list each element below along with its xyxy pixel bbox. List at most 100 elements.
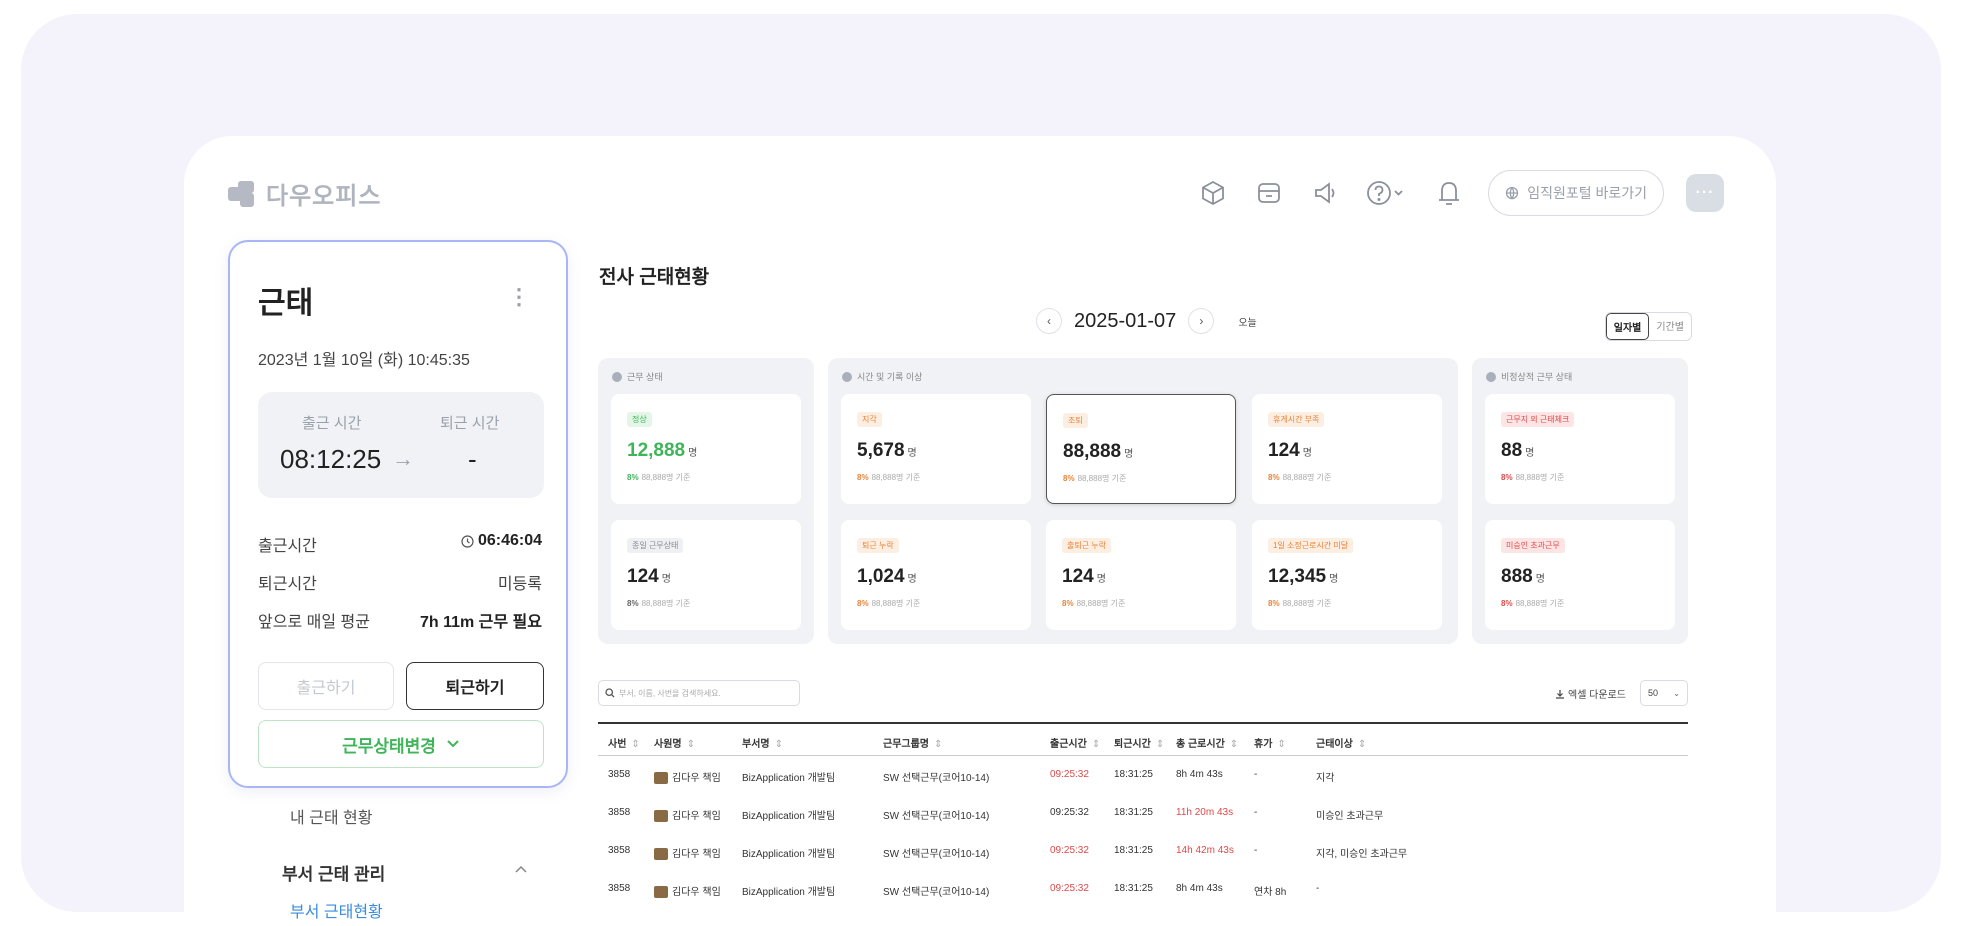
status-badge: 미승인 초과근무: [1501, 538, 1565, 553]
excel-label: 엑셀 다운로드: [1568, 690, 1626, 701]
cell-leave: 연차 8h: [1254, 887, 1287, 898]
page-size-select[interactable]: 50 ⌄: [1640, 680, 1688, 706]
clock-out-button[interactable]: 퇴근하기: [406, 662, 544, 710]
tab-daily[interactable]: 일자별: [1605, 313, 1650, 340]
col-header[interactable]: 근태이상 ⇕: [1316, 735, 1366, 750]
status-badge: 1일 소정근로시간 미달: [1268, 538, 1354, 553]
col-header[interactable]: 총 근로시간 ⇕: [1176, 735, 1238, 750]
stat-sub: 8% 88,888명 기준: [627, 473, 691, 482]
cell-dept: BizApplication 개발팀: [742, 811, 836, 822]
stat-card[interactable]: 종일 근무상태 124 명 8% 88,888명 기준: [611, 520, 801, 630]
sidebar-item-dept-status[interactable]: 부서 근태현황: [290, 898, 383, 922]
table-row[interactable]: 3858 김다우 책임 BizApplication 개발팀 SW 선택근무(코…: [598, 756, 1688, 794]
current-datetime: 2023년 1월 10일 (화) 10:45:35: [258, 352, 470, 369]
cell-anomaly: 지각, 미승인 초과근무: [1316, 849, 1408, 860]
stat-card-selected[interactable]: 조퇴 88,888 명 8% 88,888명 기준: [1046, 394, 1236, 504]
sidebar-item-my-status[interactable]: 내 근태 현황: [290, 804, 373, 828]
cell-id: 3858: [608, 845, 631, 856]
clock-icon: [461, 534, 474, 548]
avatar: [654, 810, 668, 823]
cell-in: 09:25:32: [1050, 845, 1089, 856]
table-row[interactable]: 3858 김다우 책임 BizApplication 개발팀 SW 선택근무(코…: [598, 794, 1688, 832]
cell-total: 8h 4m 43s: [1176, 883, 1223, 894]
clock-icon: [842, 371, 852, 382]
table-row[interactable]: 3858 김다우 책임 BizApplication 개발팀 SW 선택근무(코…: [598, 832, 1688, 870]
avatar: [654, 848, 668, 861]
next-date-icon[interactable]: ›: [1188, 308, 1215, 334]
stat-sub: 8% 88,888명 기준: [857, 473, 921, 482]
status-badge: 근무지 외 근태체크: [1501, 412, 1575, 427]
chevron-up-icon[interactable]: [514, 864, 528, 874]
col-header[interactable]: 출근시간 ⇕: [1050, 735, 1100, 750]
stat-card[interactable]: 1일 소정근로시간 미달 12,345 명 8% 88,888명 기준: [1252, 520, 1442, 630]
prev-date-icon[interactable]: ‹: [1036, 308, 1062, 334]
alert-icon: [1486, 371, 1496, 382]
cell-dept: BizApplication 개발팀: [742, 887, 836, 898]
group-time-anomaly: 시간 및 기록 이상 지각 5,678 명 8% 88,888명 기준 조퇴 88,…: [828, 358, 1458, 644]
stat-sub: 8% 88,888명 기준: [1063, 474, 1127, 483]
excel-download-button[interactable]: 엑셀 다운로드: [1555, 686, 1626, 701]
col-header[interactable]: 사번 ⇕: [608, 735, 640, 750]
cell-out: 18:31:25: [1114, 769, 1153, 780]
cell-id: 3858: [608, 807, 631, 818]
today-button[interactable]: 오늘: [1238, 314, 1256, 329]
cell-anomaly: 지각: [1316, 773, 1335, 784]
stat-card[interactable]: 정상 12,888 명 8% 88,888명 기준: [611, 394, 801, 504]
help-icon[interactable]: [1364, 176, 1410, 210]
attendance-table: 사번 ⇕ 사원명 ⇕ 부서명 ⇕ 근무그룹명 ⇕ 출근시간 ⇕ 퇴근시간 ⇕ 총 근로시간 ⇕…: [598, 722, 1688, 908]
cell-name: 김다우 책임: [654, 807, 721, 823]
cell-out: 18:31:25: [1114, 883, 1153, 894]
bell-icon[interactable]: [1432, 176, 1466, 210]
stat-card[interactable]: 근무지 외 근태체크 88 명 8% 88,888명 기준: [1485, 394, 1675, 504]
search-input[interactable]: 부서, 이름, 사번을 검색하세요.: [598, 680, 800, 706]
tab-period[interactable]: 기간별: [1649, 313, 1691, 340]
portal-button[interactable]: 임직원포털 바로가기: [1488, 170, 1664, 216]
avatar: [654, 886, 668, 899]
group-work-status: 근무 상태 정상 12,888 명 8% 88,888명 기준 종일 근무상태 12…: [598, 358, 814, 644]
cell-in: 09:25:32: [1050, 807, 1089, 818]
col-header[interactable]: 사원명 ⇕: [654, 735, 695, 750]
col-header[interactable]: 휴가 ⇕: [1254, 735, 1286, 750]
stat-card[interactable]: 출퇴근 누락 124 명 8% 88,888명 기준: [1046, 520, 1236, 630]
megaphone-icon[interactable]: [1308, 176, 1342, 210]
cell-in: 09:25:32: [1050, 769, 1089, 780]
cell-total: 11h 20m 43s: [1176, 807, 1234, 818]
chevron-down-icon: [447, 740, 459, 748]
table-row[interactable]: 3858 김다우 책임 BizApplication 개발팀 SW 선택근무(코…: [598, 870, 1688, 908]
stat-card[interactable]: 지각 5,678 명 8% 88,888명 기준: [841, 394, 1031, 504]
col-header[interactable]: 근무그룹명 ⇕: [883, 735, 942, 750]
search-placeholder: 부서, 이름, 사번을 검색하세요.: [619, 688, 721, 698]
stat-number: 888 명: [1501, 566, 1545, 587]
logo-text: 다우오피스: [266, 183, 382, 210]
stat-card[interactable]: 퇴근 누락 1,024 명 8% 88,888명 기준: [841, 520, 1031, 630]
logo[interactable]: 다우오피스: [228, 176, 381, 211]
cell-total: 14h 42m 43s: [1176, 845, 1234, 856]
kebab-menu-icon[interactable]: ⋮: [508, 284, 530, 310]
clock-in-value: 08:12:25: [280, 444, 382, 474]
sidebar-section-dept[interactable]: 부서 근태 관리: [282, 860, 385, 885]
stat-number: 5,678 명: [857, 440, 917, 461]
clock-in-button[interactable]: 출근하기: [258, 662, 394, 710]
more-button[interactable]: ···: [1686, 174, 1724, 212]
cube-icon[interactable]: [1196, 176, 1230, 210]
status-badge: 종일 근무상태: [627, 538, 684, 553]
group-abnormal: 비정상적 근무 상태 근무지 외 근태체크 88 명 8% 88,888명 기준 미…: [1472, 358, 1688, 644]
col-header[interactable]: 퇴근시간 ⇕: [1114, 735, 1164, 750]
stat-number: 88,888 명: [1063, 441, 1134, 462]
clock-in-label: 출근 시간: [302, 415, 362, 432]
change-status-button[interactable]: 근무상태변경: [258, 720, 544, 768]
status-badge: 휴게시간 부족: [1268, 412, 1325, 427]
status-badge: 출퇴근 누락: [1062, 538, 1112, 553]
stat-card[interactable]: 미승인 초과근무 888 명 8% 88,888명 기준: [1485, 520, 1675, 630]
globe-icon: [1506, 186, 1519, 200]
archive-icon[interactable]: [1252, 176, 1286, 210]
view-toggle: 일자별 기간별: [1604, 312, 1692, 341]
app-window: 다우오피스 임직원포털 바로가기 ··· 근태 ⋮ 2023년 1월 10일 (…: [184, 136, 1776, 926]
col-header[interactable]: 부서명 ⇕: [742, 735, 783, 750]
stat-card[interactable]: 휴게시간 부족 124 명 8% 88,888명 기준: [1252, 394, 1442, 504]
stat-sub: 8% 88,888명 기준: [1501, 473, 1565, 482]
portal-button-label: 임직원포털 바로가기: [1527, 185, 1647, 201]
row-label-average: 앞으로 매일 평균: [258, 614, 370, 631]
document-icon: [612, 371, 622, 382]
stat-number: 1,024 명: [857, 566, 917, 587]
